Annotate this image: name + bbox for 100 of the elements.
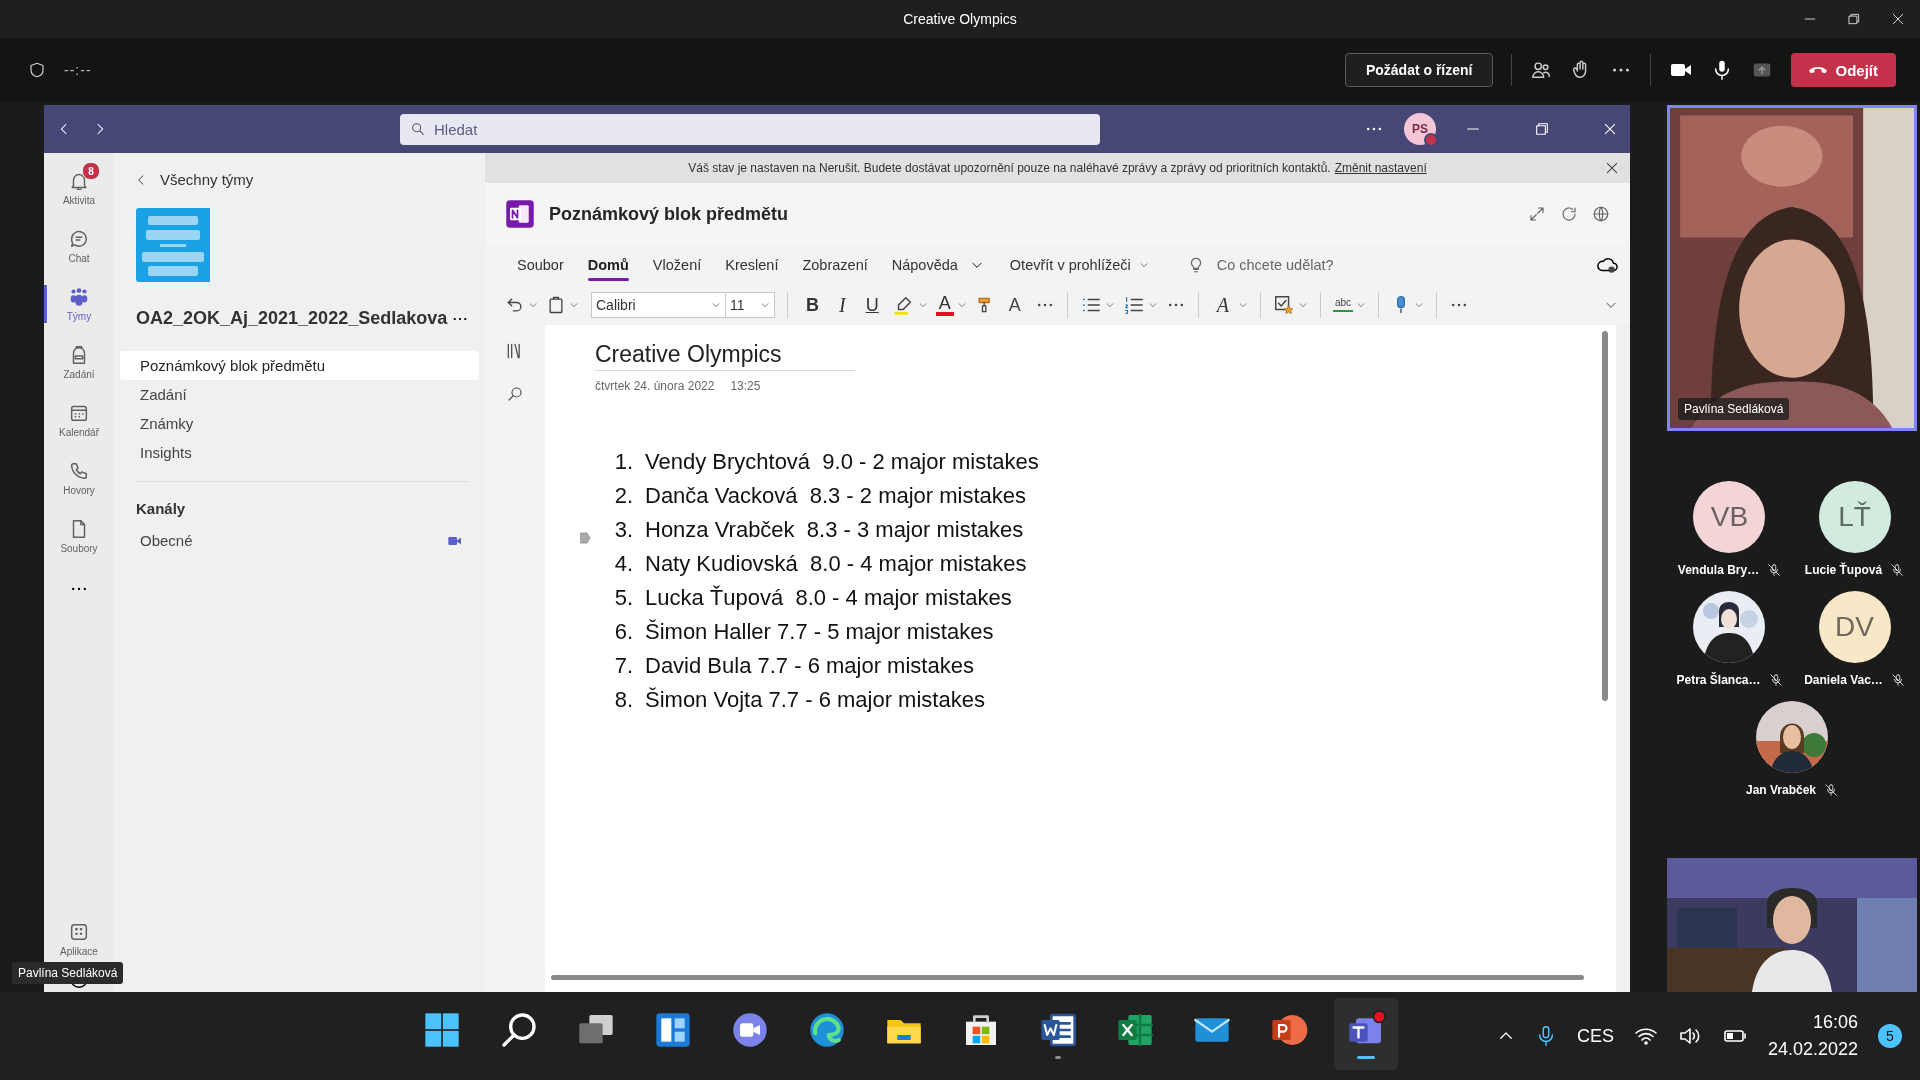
ribbon-tab[interactable]: Zobrazení — [790, 249, 880, 281]
bold-button[interactable]: B — [800, 296, 825, 314]
participant-name: Pavlína Sedláková — [1678, 398, 1790, 420]
input-language[interactable]: CES — [1576, 1025, 1614, 1047]
team-tab[interactable]: Poznámkový blok předmětu — [120, 351, 479, 380]
all-teams-link[interactable]: Všechny týmy — [160, 171, 254, 188]
notification-badge: 8 — [82, 162, 100, 180]
caret-icon — [956, 300, 967, 310]
list-item-text: Honza Vrabček 8.3 - 3 major mistakes — [645, 517, 1024, 543]
team-tab[interactable]: Insights — [120, 438, 479, 467]
ribbon-tab[interactable]: Soubor — [505, 249, 576, 281]
tooltip: Pavlína Sedláková — [12, 962, 124, 984]
rail-item[interactable]: Kalendář — [44, 391, 114, 449]
italic-button[interactable]: I — [833, 295, 852, 315]
caret-icon — [1138, 260, 1149, 270]
participant-name: Lucie Ťupová — [1804, 563, 1883, 577]
rail-item[interactable]: Soubory — [44, 507, 114, 565]
participant-avatar: DV — [1818, 591, 1891, 663]
rail-item[interactable]: Aktivita 8 — [44, 159, 114, 217]
page-time: 13:25 — [730, 379, 761, 393]
close-icon[interactable] — [1602, 121, 1618, 137]
caret-icon — [760, 300, 770, 310]
caret-icon — [1237, 300, 1248, 310]
list-number: 4. — [613, 551, 634, 577]
ribbon-tab[interactable]: Domů — [575, 249, 641, 281]
muted-mic-icon — [1824, 783, 1839, 797]
muted-mic-icon — [1890, 673, 1905, 687]
numbering-icon[interactable] — [1122, 294, 1145, 316]
leave-button[interactable]: Odejít — [1791, 53, 1896, 87]
list-number: 7. — [613, 653, 634, 679]
clear-formatting-button[interactable]: A — [1002, 296, 1027, 314]
caret-icon — [917, 300, 928, 310]
muted-mic-icon — [1767, 563, 1782, 577]
list-number: 3. — [613, 517, 634, 543]
expand-icon[interactable] — [1528, 205, 1546, 223]
list-number: 2. — [613, 483, 634, 509]
participant-avatar: LŤ — [1818, 481, 1891, 553]
request-control-button[interactable]: Požádat o řízení — [1344, 53, 1494, 87]
team-tab[interactable]: Zadání — [120, 380, 479, 409]
participant-name: Vendula Bry… — [1677, 563, 1760, 577]
shield-icon — [28, 61, 46, 79]
ribbon-tab[interactable]: Nápověda — [879, 249, 970, 281]
ribbon-tab[interactable]: Kreslení — [713, 249, 791, 281]
restore-icon[interactable] — [1534, 121, 1550, 137]
team-tab[interactable]: Známky — [120, 409, 479, 438]
font-size-field[interactable]: 11 — [725, 292, 775, 318]
styles-button[interactable]: A — [1210, 295, 1235, 315]
caret-icon — [1147, 300, 1158, 310]
rail-icon — [68, 460, 90, 482]
rail-item[interactable]: Hovory — [44, 449, 114, 507]
spelling-button[interactable]: abc — [1332, 298, 1354, 312]
ribbon-tab[interactable]: Vložení — [640, 249, 714, 281]
rail-icon — [68, 286, 90, 308]
search-field[interactable]: Hledat — [400, 113, 1100, 145]
list-item-text: Naty Kudiovská 8.0 - 4 major mistakes — [645, 551, 1027, 577]
paragraph-handle-icon[interactable] — [579, 532, 593, 544]
channel-item[interactable]: Obecné — [120, 527, 479, 554]
status-notice: Váš stav je nastaven na Nerušit. Budete dostávat upozornění pouze na naléhavé zprávy a zprávy od prioritních kontaktů. — [688, 161, 1331, 175]
refresh-icon[interactable] — [1560, 205, 1578, 223]
rail-item[interactable]: Týmy — [44, 275, 114, 333]
close-icon[interactable] — [1604, 160, 1620, 176]
list-item-text: Danča Vacková 8.3 - 2 major mistakes — [645, 483, 1027, 509]
list-number: 8. — [613, 687, 634, 713]
list-item-text: David Bula 7.7 - 6 major mistakes — [645, 653, 974, 679]
page-title: Creative Olympics — [595, 341, 855, 371]
user-avatar[interactable]: PS — [1404, 113, 1436, 145]
search-icon — [410, 121, 426, 137]
search-input[interactable]: Hledat — [432, 119, 1090, 139]
list-item-text: Vendy Brychtová 9.0 - 2 major mistakes — [645, 449, 1039, 475]
globe-icon[interactable] — [1592, 205, 1610, 223]
checkbox-star-icon[interactable] — [1272, 294, 1295, 316]
participant-name: Jan Vrabček — [1745, 783, 1817, 797]
call-timer: --:-- — [64, 62, 92, 78]
phone-icon — [1809, 66, 1828, 74]
rail-icon — [68, 228, 90, 250]
clock-date[interactable]: 24.02.2022 — [1767, 1039, 1858, 1060]
font-color-button[interactable]: A — [935, 294, 954, 316]
underline-button[interactable]: U — [859, 296, 885, 314]
change-settings-link[interactable]: Změnit nastavení — [1334, 161, 1427, 175]
list-item-text: Šimon Vojta 7.7 - 6 major mistakes — [645, 687, 985, 713]
participant-name: Daniela Vac… — [1804, 673, 1883, 687]
participant-name: Petra Šlanca… — [1676, 673, 1761, 687]
notification-badge[interactable]: 5 — [1878, 1024, 1902, 1048]
caret-icon — [1414, 300, 1425, 310]
caret-icon — [569, 300, 579, 310]
team-name: OA2_2OK_Aj_2021_2022_Sedlakova — [136, 308, 448, 329]
open-in-browser-button[interactable]: Otevřít v prohlížeči — [1003, 256, 1155, 274]
list-item-text: Šimon Haller 7.7 - 5 major mistakes — [645, 619, 994, 645]
list-number: 1. — [613, 449, 634, 475]
participants-icon[interactable] — [1530, 59, 1553, 81]
caret-icon — [1104, 300, 1115, 310]
font-field[interactable]: Calibri — [591, 292, 726, 318]
page-date: čtvrtek 24. února 2022 — [595, 379, 715, 393]
list-item-text: Lucka Ťupová 8.0 - 4 major mistakes — [645, 585, 1012, 611]
notebook-app-icon — [505, 199, 535, 229]
rail-item[interactable]: Zadání — [44, 333, 114, 391]
rail-item[interactable]: Chat — [44, 217, 114, 275]
clock-time[interactable]: 16:06 — [1812, 1012, 1858, 1033]
caret-icon — [1356, 300, 1367, 310]
list-number: 5. — [613, 585, 634, 611]
